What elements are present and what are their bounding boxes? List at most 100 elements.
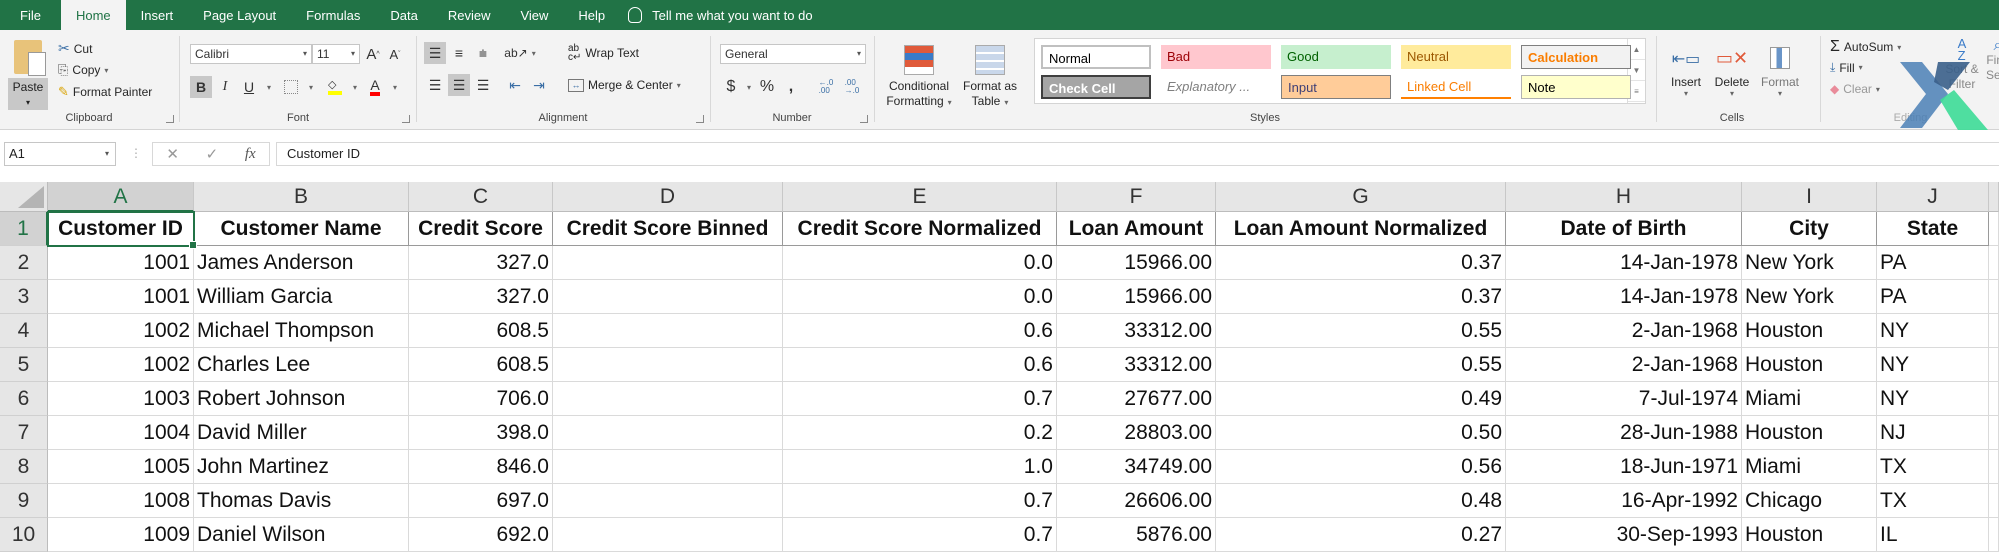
grow-font-button[interactable]: A ^ bbox=[362, 43, 384, 65]
table-cell[interactable]: 14-Jan-1978 bbox=[1506, 246, 1742, 280]
table-cell[interactable]: 1.0 bbox=[783, 450, 1057, 484]
font-launcher-icon[interactable] bbox=[402, 115, 410, 123]
row-header-5[interactable]: 5 bbox=[0, 348, 48, 382]
clear-button[interactable]: ◆ Clear ▾ bbox=[1830, 82, 1880, 96]
column-header-d[interactable]: D bbox=[553, 182, 783, 212]
percent-button[interactable]: % bbox=[756, 76, 778, 98]
column-header-c[interactable]: C bbox=[409, 182, 553, 212]
format-painter-button[interactable]: ✎ Format Painter bbox=[58, 84, 152, 100]
middle-align-button[interactable]: ≡ bbox=[448, 42, 470, 64]
table-cell[interactable] bbox=[1989, 348, 1999, 382]
copy-button[interactable]: ⎘ Copy ▾ bbox=[58, 62, 108, 78]
column-header-next[interactable] bbox=[1989, 182, 1999, 212]
fill-color-dropdown[interactable]: ▾ bbox=[344, 76, 366, 98]
table-cell[interactable] bbox=[1989, 382, 1999, 416]
table-cell[interactable]: Houston bbox=[1742, 518, 1877, 552]
cell-style-good[interactable]: Good bbox=[1281, 45, 1391, 69]
table-cell[interactable] bbox=[553, 416, 783, 450]
tab-insert[interactable]: Insert bbox=[126, 0, 189, 30]
row-header-1[interactable]: 1 bbox=[0, 212, 48, 246]
table-cell[interactable]: TX bbox=[1877, 450, 1989, 484]
table-cell[interactable]: 33312.00 bbox=[1057, 348, 1216, 382]
table-cell[interactable]: 608.5 bbox=[409, 314, 553, 348]
table-cell[interactable]: 14-Jan-1978 bbox=[1506, 280, 1742, 314]
formula-bar-grip-icon[interactable]: ⋮ bbox=[130, 146, 142, 160]
table-cell[interactable]: 1002 bbox=[48, 314, 194, 348]
column-title-cell[interactable]: Customer ID bbox=[48, 212, 194, 246]
orientation-button[interactable]: ab↗ ▾ bbox=[504, 42, 536, 64]
table-cell[interactable] bbox=[553, 450, 783, 484]
table-cell[interactable]: 18-Jun-1971 bbox=[1506, 450, 1742, 484]
column-header-j[interactable]: J bbox=[1877, 182, 1989, 212]
table-cell[interactable]: 0.6 bbox=[783, 314, 1057, 348]
bottom-align-button[interactable]: ⩧ bbox=[472, 42, 494, 64]
tab-page-layout[interactable]: Page Layout bbox=[188, 0, 291, 30]
table-cell[interactable] bbox=[1989, 280, 1999, 314]
table-cell[interactable]: 0.6 bbox=[783, 348, 1057, 382]
column-header-a[interactable]: A bbox=[48, 182, 194, 212]
table-cell[interactable]: 1004 bbox=[48, 416, 194, 450]
font-size-select[interactable]: 11 ▾ bbox=[312, 44, 360, 64]
table-cell[interactable]: NY bbox=[1877, 382, 1989, 416]
cell-style-explanatory[interactable]: Explanatory ... bbox=[1161, 75, 1271, 99]
column-title-cell[interactable]: Credit Score Normalized bbox=[783, 212, 1057, 246]
row-header-2[interactable]: 2 bbox=[0, 246, 48, 280]
table-cell[interactable]: NY bbox=[1877, 314, 1989, 348]
cell-style-normal[interactable]: Normal bbox=[1041, 45, 1151, 69]
number-format-select[interactable]: General ▾ bbox=[720, 44, 866, 64]
font-color-button[interactable]: A bbox=[364, 76, 386, 98]
table-cell[interactable]: Chicago bbox=[1742, 484, 1877, 518]
italic-button[interactable]: I bbox=[214, 76, 236, 98]
conditional-formatting-button[interactable]: Conditional Formatting ▾ bbox=[884, 38, 954, 110]
increase-decimal-button[interactable]: ←.0.00 bbox=[814, 76, 838, 98]
cell-style-input[interactable]: Input bbox=[1281, 75, 1391, 99]
table-cell[interactable]: 26606.00 bbox=[1057, 484, 1216, 518]
column-title-cell[interactable]: Credit Score bbox=[409, 212, 553, 246]
table-cell[interactable]: 706.0 bbox=[409, 382, 553, 416]
table-cell[interactable]: 33312.00 bbox=[1057, 314, 1216, 348]
table-cell[interactable]: TX bbox=[1877, 484, 1989, 518]
cell-style-check-cell[interactable]: Check Cell bbox=[1041, 75, 1151, 99]
cell-style-note[interactable]: Note bbox=[1521, 75, 1631, 99]
row-header-4[interactable]: 4 bbox=[0, 314, 48, 348]
table-cell[interactable]: Houston bbox=[1742, 348, 1877, 382]
table-cell[interactable]: 1008 bbox=[48, 484, 194, 518]
format-as-table-button[interactable]: Format as Table ▾ bbox=[960, 38, 1020, 110]
decrease-indent-button[interactable]: ⇤ bbox=[504, 74, 526, 96]
table-cell[interactable] bbox=[553, 348, 783, 382]
table-cell[interactable] bbox=[553, 484, 783, 518]
alignment-launcher-icon[interactable] bbox=[696, 115, 704, 123]
column-header-b[interactable]: B bbox=[194, 182, 409, 212]
table-cell[interactable]: 1001 bbox=[48, 280, 194, 314]
table-cell[interactable]: 30-Sep-1993 bbox=[1506, 518, 1742, 552]
table-cell[interactable]: 327.0 bbox=[409, 246, 553, 280]
comma-button[interactable]: , bbox=[780, 76, 802, 98]
underline-dropdown[interactable]: ▾ bbox=[258, 76, 280, 98]
align-right-button[interactable]: ☰ bbox=[472, 74, 494, 96]
column-title-cell[interactable]: Credit Score Binned bbox=[553, 212, 783, 246]
align-left-button[interactable]: ☰ bbox=[424, 74, 446, 96]
table-cell[interactable] bbox=[1989, 416, 1999, 450]
table-cell[interactable]: 5876.00 bbox=[1057, 518, 1216, 552]
table-cell[interactable]: 15966.00 bbox=[1057, 246, 1216, 280]
table-cell[interactable]: New York bbox=[1742, 246, 1877, 280]
cell-style-linked-cell[interactable]: Linked Cell bbox=[1401, 75, 1511, 99]
table-cell[interactable]: 1009 bbox=[48, 518, 194, 552]
tab-review[interactable]: Review bbox=[433, 0, 506, 30]
table-cell[interactable]: 16-Apr-1992 bbox=[1506, 484, 1742, 518]
table-cell[interactable]: 28-Jun-1988 bbox=[1506, 416, 1742, 450]
number-launcher-icon[interactable] bbox=[860, 115, 868, 123]
fill-color-button[interactable]: ◇ bbox=[324, 76, 346, 98]
format-cells-button[interactable]: Format ▾ bbox=[1756, 38, 1804, 98]
font-name-select[interactable]: Calibri ▾ bbox=[190, 44, 312, 64]
table-cell[interactable]: 0.7 bbox=[783, 518, 1057, 552]
table-cell[interactable]: 0.27 bbox=[1216, 518, 1506, 552]
shrink-font-button[interactable]: Aˇ bbox=[384, 43, 406, 65]
column-header-e[interactable]: E bbox=[783, 182, 1057, 212]
table-cell[interactable]: 692.0 bbox=[409, 518, 553, 552]
increase-indent-button[interactable]: ⇥ bbox=[528, 74, 550, 96]
table-cell[interactable] bbox=[1989, 212, 1999, 246]
table-cell[interactable]: IL bbox=[1877, 518, 1989, 552]
select-all-button[interactable] bbox=[0, 182, 48, 212]
table-cell[interactable]: James Anderson bbox=[194, 246, 409, 280]
